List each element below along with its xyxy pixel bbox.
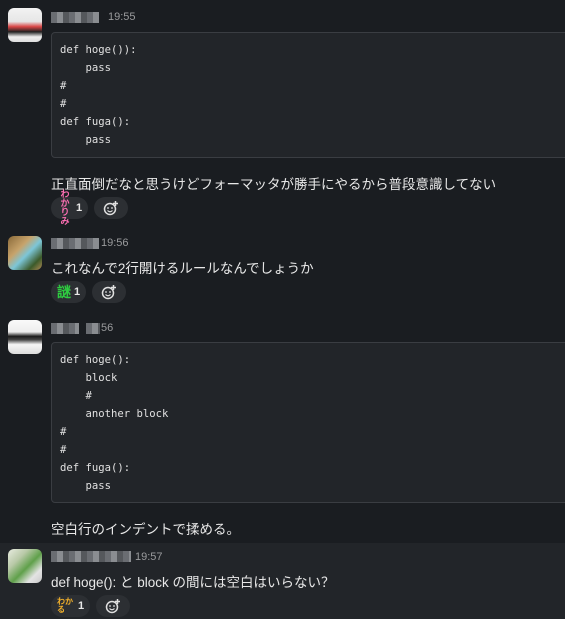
reaction-count: 1 xyxy=(76,202,83,214)
reaction-bar: わか りみ 1 xyxy=(51,190,129,226)
code-line: def fuga(): xyxy=(60,116,131,128)
code-line: def hoge(): xyxy=(60,354,131,366)
message-text: def hoge(): と block の間には空白はいらない？ xyxy=(51,575,335,590)
code-line: # xyxy=(60,426,67,438)
reaction-nazo[interactable]: 謎 1 xyxy=(51,281,87,303)
add-reaction-button[interactable] xyxy=(92,281,127,303)
message-text: 空白行のインデントで揉める。 xyxy=(51,522,240,537)
reaction-count: 1 xyxy=(74,286,81,298)
username-redacted[interactable] xyxy=(51,323,79,334)
avatar[interactable] xyxy=(8,549,42,583)
timestamp[interactable]: 19:55 xyxy=(108,11,136,23)
avatar[interactable] xyxy=(8,236,42,270)
wakaru-emoji-icon: わかる xyxy=(57,597,73,614)
add-reaction-button[interactable] xyxy=(94,197,129,219)
username-redacted[interactable] xyxy=(51,551,131,562)
code-line: def hoge()): xyxy=(60,44,137,56)
code-line: another block xyxy=(60,408,169,420)
add-reaction-icon xyxy=(105,599,121,614)
code-line: block xyxy=(60,372,118,384)
nazo-emoji-icon: 謎 xyxy=(57,283,71,300)
avatar[interactable] xyxy=(8,320,42,354)
code-line: pass xyxy=(60,480,112,492)
wakarimi-emoji-icon: わか りみ xyxy=(60,189,70,226)
reaction-wakarimi[interactable]: わか りみ 1 xyxy=(51,190,89,226)
add-reaction-icon xyxy=(101,285,117,300)
code-line: # xyxy=(60,80,67,92)
message-text: 正直面倒だなと思うけどフォーマッタが勝手にやるから普段意識してない xyxy=(51,177,497,192)
timestamp[interactable]: 19:56 xyxy=(101,237,129,249)
avatar[interactable] xyxy=(8,8,42,42)
timestamp[interactable]: 19:57 xyxy=(135,551,163,563)
username-redacted[interactable] xyxy=(86,323,100,334)
code-line: # xyxy=(60,390,92,402)
message-text: これなんで2行開けるルールなんでしょうか xyxy=(51,261,314,276)
reaction-bar: 謎 1 xyxy=(51,281,127,303)
reaction-bar: わかる 1 xyxy=(51,595,131,617)
reaction-wakaru[interactable]: わかる 1 xyxy=(51,595,91,617)
code-line: # xyxy=(60,444,67,456)
code-block: def hoge(): block # another block # # de… xyxy=(51,342,565,503)
timestamp[interactable]: 56 xyxy=(101,322,113,334)
add-reaction-button[interactable] xyxy=(96,595,131,617)
code-block: def hoge()): pass # # def fuga(): pass xyxy=(51,32,565,158)
code-line: # xyxy=(60,98,67,110)
reaction-count: 1 xyxy=(78,600,85,612)
code-line: pass xyxy=(60,134,112,146)
username-redacted[interactable] xyxy=(51,12,99,23)
code-line: pass xyxy=(60,62,112,74)
username-redacted[interactable] xyxy=(51,238,99,249)
code-line: def fuga(): xyxy=(60,462,131,474)
add-reaction-icon xyxy=(103,201,119,216)
